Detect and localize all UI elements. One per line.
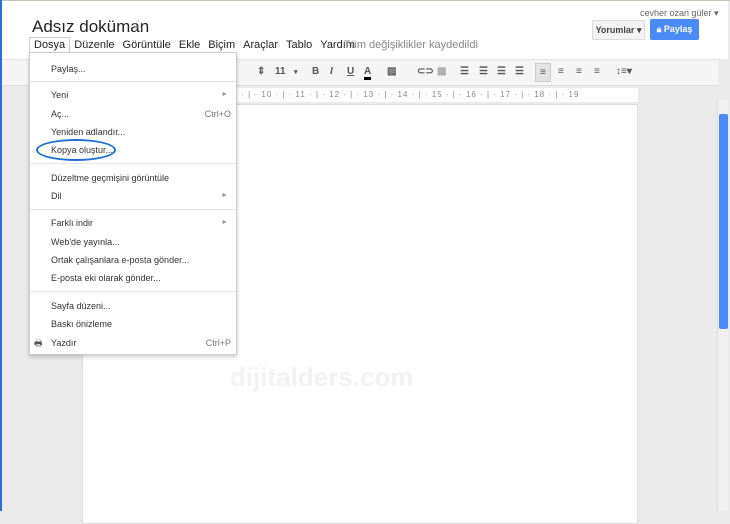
menu-table[interactable]: Tablo (282, 37, 316, 54)
numbered-list-icon[interactable]: ☰ (460, 66, 469, 77)
comments-button[interactable]: Yorumlar ▾ (592, 20, 645, 40)
label: Ortak çalışanlara e-posta gönder... (51, 255, 190, 265)
line-spacing-icon[interactable]: ↕≡▾ (616, 66, 632, 77)
menu-item-download-as[interactable]: Farklı indir ► (30, 214, 236, 232)
scrollbar[interactable] (717, 100, 728, 511)
label: Paylaş... (51, 64, 86, 74)
link-icon[interactable]: ⊂⊃ (417, 66, 434, 77)
align-left-button[interactable]: ≡ (535, 63, 551, 82)
chevron-down-icon[interactable]: ▾ (294, 68, 298, 76)
divider (30, 209, 236, 210)
save-status: Tüm değişiklikler kaydedildi (344, 39, 478, 51)
image-icon[interactable]: ▩ (437, 66, 446, 77)
highlight-color-icon[interactable]: ▨ (387, 66, 396, 77)
label: Aç... (51, 109, 70, 119)
label: Dil (51, 191, 62, 201)
menu-item-revision-history[interactable]: Düzeltme geçmişini görüntüle (30, 169, 236, 187)
menu-item-print-preview[interactable]: Baskı önizleme (30, 315, 236, 333)
label: Yeniden adlandır... (51, 127, 126, 137)
menu-item-email-attachment[interactable]: E-posta eki olarak gönder... (30, 269, 236, 287)
label: Yeni (51, 90, 69, 100)
increase-indent-icon[interactable]: ☰ (515, 66, 524, 77)
underline-button[interactable]: U (347, 66, 354, 77)
label: Web'de yayınla... (51, 237, 120, 247)
label: Sayfa düzeni... (51, 301, 111, 311)
label: Yazdır (51, 338, 77, 348)
menu-item-language[interactable]: Dil ► (30, 187, 236, 205)
submenu-arrow-icon: ► (221, 91, 228, 98)
menu-item-publish[interactable]: Web'de yayınla... (30, 233, 236, 251)
shortcut: Ctrl+O (204, 109, 231, 119)
star-icon[interactable]: ☆ (132, 16, 145, 33)
menu-item-rename[interactable]: Yeniden adlandır... (30, 123, 236, 141)
align-right-icon[interactable]: ≡ (576, 66, 582, 77)
italic-button[interactable]: I (330, 66, 333, 77)
label: Farklı indir (51, 218, 94, 228)
justify-icon[interactable]: ≡ (594, 66, 600, 77)
text-color-button[interactable]: A (364, 66, 372, 80)
share-label: Paylaş (663, 24, 693, 34)
watermark: dijitalders.com (230, 362, 414, 392)
divider (30, 291, 236, 292)
printer-icon: 🖶︎ (34, 338, 43, 348)
menu-item-email-collaborators[interactable]: Ortak çalışanlara e-posta gönder... (30, 251, 236, 269)
submenu-arrow-icon: ► (221, 192, 228, 199)
label: Baskı önizleme (51, 319, 113, 329)
share-button[interactable]: 🔒︎ Paylaş (650, 19, 699, 40)
menu-item-share[interactable]: Paylaş... (30, 60, 236, 78)
label: E-posta eki olarak gönder... (51, 273, 161, 283)
font-stepper-icon[interactable]: ⇕ (257, 66, 265, 77)
menu-tools[interactable]: Araçlar (239, 37, 282, 54)
label: Düzeltme geçmişini görüntüle (51, 173, 170, 183)
lock-icon: 🔒︎ (656, 24, 662, 34)
decrease-indent-icon[interactable]: ☰ (497, 66, 506, 77)
highlight-ellipse (36, 139, 116, 161)
font-size-select[interactable]: 11 (275, 66, 286, 77)
bold-button[interactable]: B (312, 66, 319, 77)
bulleted-list-icon[interactable]: ☰ (479, 66, 488, 77)
file-menu: Paylaş... Yeni ► Aç... Ctrl+O Yeniden adla… (29, 52, 237, 355)
align-center-icon[interactable]: ≡ (558, 66, 564, 77)
shortcut: Ctrl+P (205, 338, 231, 348)
submenu-arrow-icon: ► (221, 219, 228, 226)
scrollbar-thumb[interactable] (719, 114, 728, 329)
menu-item-new[interactable]: Yeni ► (30, 86, 236, 104)
user-account[interactable]: cevher ozan güler ▾ (640, 8, 719, 19)
menu-item-page-setup[interactable]: Sayfa düzeni... (30, 297, 236, 315)
menu-item-open[interactable]: Aç... Ctrl+O (30, 105, 236, 123)
menu-item-print[interactable]: 🖶︎ Yazdır Ctrl+P (30, 334, 236, 352)
divider (30, 163, 236, 164)
divider (30, 81, 236, 82)
